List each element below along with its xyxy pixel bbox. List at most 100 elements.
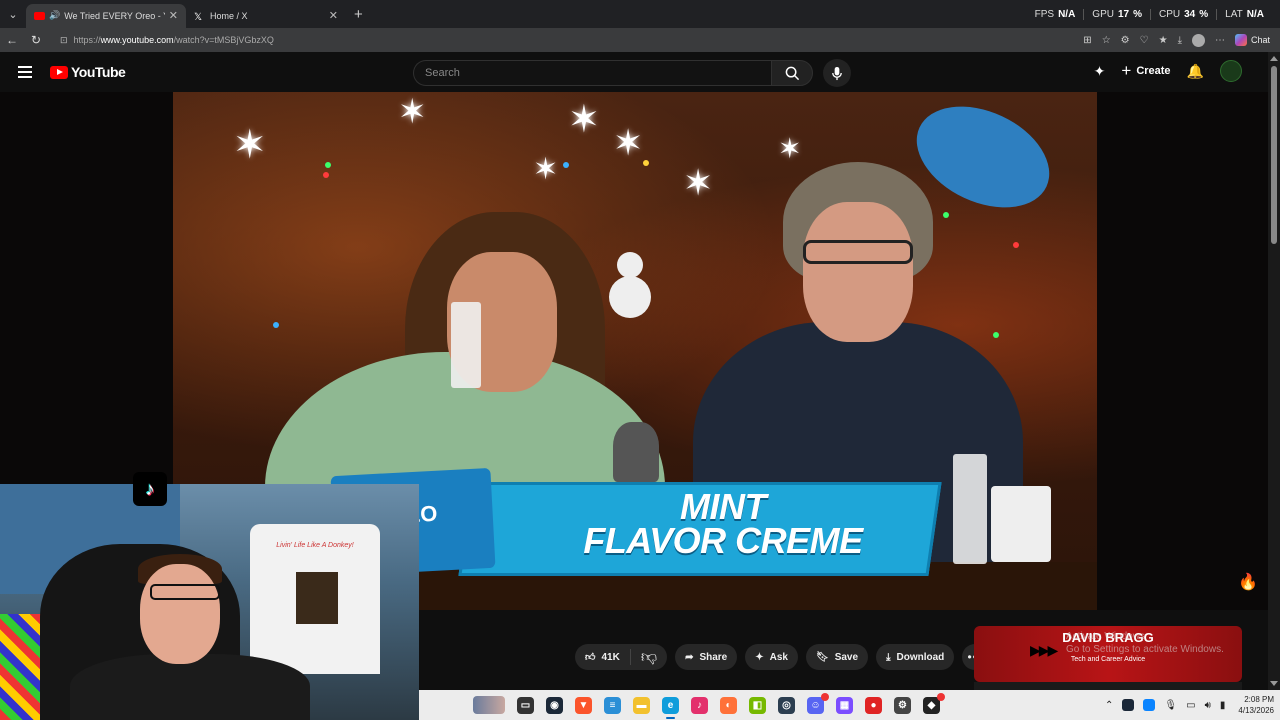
tiktok-logo-icon: ♪ [133, 472, 167, 506]
save-button[interactable]: 🔖︎ Save [806, 644, 869, 670]
notepad-icon[interactable]: ≡ [604, 696, 621, 714]
video-actions: 👍︎ 41K 👎︎ ➦ Share ✦ Ask 🔖︎ Save ⤓ Downlo… [575, 644, 989, 670]
favorite-star-icon[interactable]: ☆ [1102, 35, 1111, 46]
grid-app-icon[interactable]: ▦ [836, 696, 853, 714]
youtube-favicon-icon [34, 11, 45, 20]
search-bar: Search [413, 59, 851, 87]
premium-icon[interactable]: ✦ [1094, 63, 1106, 80]
share-button[interactable]: ➦ Share [675, 644, 738, 670]
milk-glass [953, 454, 987, 564]
battery-icon[interactable]: ▮ [1220, 700, 1226, 711]
tab-list-dropdown-icon[interactable]: ⌄ [0, 1, 26, 27]
like-button[interactable]: 👍︎ 41K [575, 649, 631, 665]
copilot-icon [1234, 34, 1247, 46]
favorites-icon[interactable]: ★ [1159, 35, 1168, 46]
below-content-strip [974, 682, 1242, 690]
back-arrow-icon[interactable]: ← [0, 28, 24, 52]
account-avatar[interactable] [1220, 60, 1242, 82]
youtube-logo[interactable]: YouTube [50, 64, 126, 80]
settings-more-icon[interactable]: ⋯ [1215, 35, 1225, 46]
reload-icon[interactable]: ↻ [24, 28, 48, 52]
brave-icon[interactable]: ▼ [575, 696, 592, 714]
performance-overlay: FPS N/A GPU 17% CPU 34% LAT N/A [1027, 0, 1272, 28]
tab-title: We Tried EVERY Oreo - YouTube [64, 10, 165, 21]
recorder-icon[interactable]: ● [865, 696, 882, 714]
browser-tab-bar: ⌄ 🔊 We Tried EVERY Oreo - YouTube ✕ 𝕏 Ho… [0, 0, 1280, 28]
guide-menu-icon[interactable] [18, 66, 32, 78]
notifications-bell-icon[interactable]: 🔔 [1187, 63, 1204, 80]
close-tab-icon[interactable]: ✕ [329, 9, 338, 22]
microphone-tray-icon[interactable]: 🎙︎ [1164, 700, 1177, 711]
cpu-readout: CPU 34% [1151, 8, 1218, 20]
steam-icon[interactable]: ◉ [546, 696, 563, 714]
search-input[interactable]: Search [413, 60, 771, 86]
system-tray: ⌃ 🎙︎ ▭ 🔊︎ ▮ 2:08 PM 4/13/2026 [1105, 694, 1274, 716]
scroll-down-arrow-icon[interactable] [1270, 681, 1278, 686]
download-icon: ⤓ [886, 651, 891, 663]
download-button[interactable]: ⤓ Download [876, 644, 955, 670]
caption-text: MINT FLAVOR CREME [583, 486, 863, 561]
browser-essentials-icon[interactable]: ♡ [1140, 35, 1149, 46]
obs-icon[interactable]: ◎ [778, 696, 795, 714]
christmas-mug [991, 486, 1051, 562]
close-tab-icon[interactable]: ✕ [169, 9, 178, 22]
split-screen-icon[interactable]: ⊞ [1083, 35, 1091, 46]
x-favicon-icon: 𝕏 [194, 11, 203, 23]
page-scrollbar[interactable] [1268, 52, 1280, 690]
media-app-icon[interactable]: ◆ [923, 692, 945, 714]
glasses [803, 240, 913, 264]
sparkle-icon: ✦ [755, 651, 764, 663]
tray-overflow-chevron-icon[interactable]: ⌃ [1105, 700, 1113, 711]
search-button[interactable] [771, 60, 813, 86]
settings-gear-icon[interactable]: ⚙ [894, 696, 911, 714]
microphone-icon [832, 66, 842, 80]
edge-icon[interactable]: e [662, 696, 679, 719]
firefox-icon[interactable]: ◐ [720, 696, 737, 714]
dislike-button[interactable]: 👎︎ [631, 648, 667, 667]
widgets-thumbnail[interactable] [473, 696, 505, 714]
address-bar[interactable]: ⊡ https://www.youtube.com/watch?v=tMSBjV… [54, 31, 1034, 49]
discord-icon[interactable]: ☺ [807, 692, 829, 714]
scroll-up-arrow-icon[interactable] [1270, 56, 1278, 61]
extensions-icon[interactable]: ⚙ [1121, 35, 1130, 46]
streamer-hoodie [70, 654, 310, 720]
streamer-glasses [150, 584, 220, 600]
copilot-chat-button[interactable]: Chat [1234, 34, 1270, 46]
speaker-icon[interactable]: 🔊 [49, 10, 60, 21]
downloads-icon[interactable]: ⤓ [1178, 35, 1182, 46]
like-dislike-group: 👍︎ 41K 👎︎ [575, 644, 668, 670]
file-explorer-icon[interactable]: ▬ [633, 696, 650, 714]
steam-tray-icon[interactable] [1122, 699, 1135, 711]
volume-icon[interactable]: 🔊︎ [1205, 700, 1211, 711]
task-view-icon[interactable]: ▭ [517, 696, 534, 714]
gpu-readout: GPU 17% [1084, 8, 1151, 20]
tab-x[interactable]: 𝕏 Home / X ✕ [186, 4, 346, 28]
tiktok-app-icon[interactable]: ♪ [691, 696, 708, 714]
search-icon [785, 66, 799, 80]
fps-readout: FPS N/A [1027, 8, 1085, 20]
thumbs-down-icon: 👎︎ [640, 648, 658, 666]
taskbar-clock[interactable]: 2:08 PM 4/13/2026 [1238, 694, 1274, 716]
windows-taskbar: ▭ ◉ ▼ ≡ ▬ e ♪ ◐ ◧ ◎ ☺ ▦ ● ⚙ ◆ ⌃ 🎙︎ ▭ 🔊︎ … [419, 690, 1280, 720]
share-arrow-icon: ➦ [685, 651, 694, 663]
tab-title: Home / X [210, 10, 248, 21]
voice-search-button[interactable] [823, 59, 851, 87]
scrollbar-thumb[interactable] [1271, 66, 1277, 244]
ad-subtitle: Tech and Career Advice [1070, 656, 1146, 663]
new-tab-button[interactable]: + [354, 6, 363, 23]
network-icon[interactable]: ▭ [1186, 700, 1195, 711]
streamer-face [140, 564, 220, 664]
create-button[interactable]: + Create [1121, 61, 1170, 81]
bookmark-icon: 🔖︎ [816, 651, 829, 663]
tshirt-text: Livin' Life Like A Donkey! [276, 542, 354, 549]
notification-badge [821, 692, 829, 701]
ask-button[interactable]: ✦ Ask [745, 644, 798, 670]
onedrive-tray-icon[interactable] [1143, 699, 1156, 711]
plus-icon: + [1121, 61, 1132, 80]
notification-badge [937, 692, 945, 701]
site-info-icon[interactable]: ⊡ [60, 35, 68, 46]
profile-avatar[interactable] [1191, 33, 1205, 47]
nvidia-icon[interactable]: ◧ [749, 696, 766, 714]
activate-windows-watermark: Activate Windows Go to Settings to activ… [1066, 631, 1224, 655]
tab-youtube[interactable]: 🔊 We Tried EVERY Oreo - YouTube ✕ [26, 3, 186, 28]
